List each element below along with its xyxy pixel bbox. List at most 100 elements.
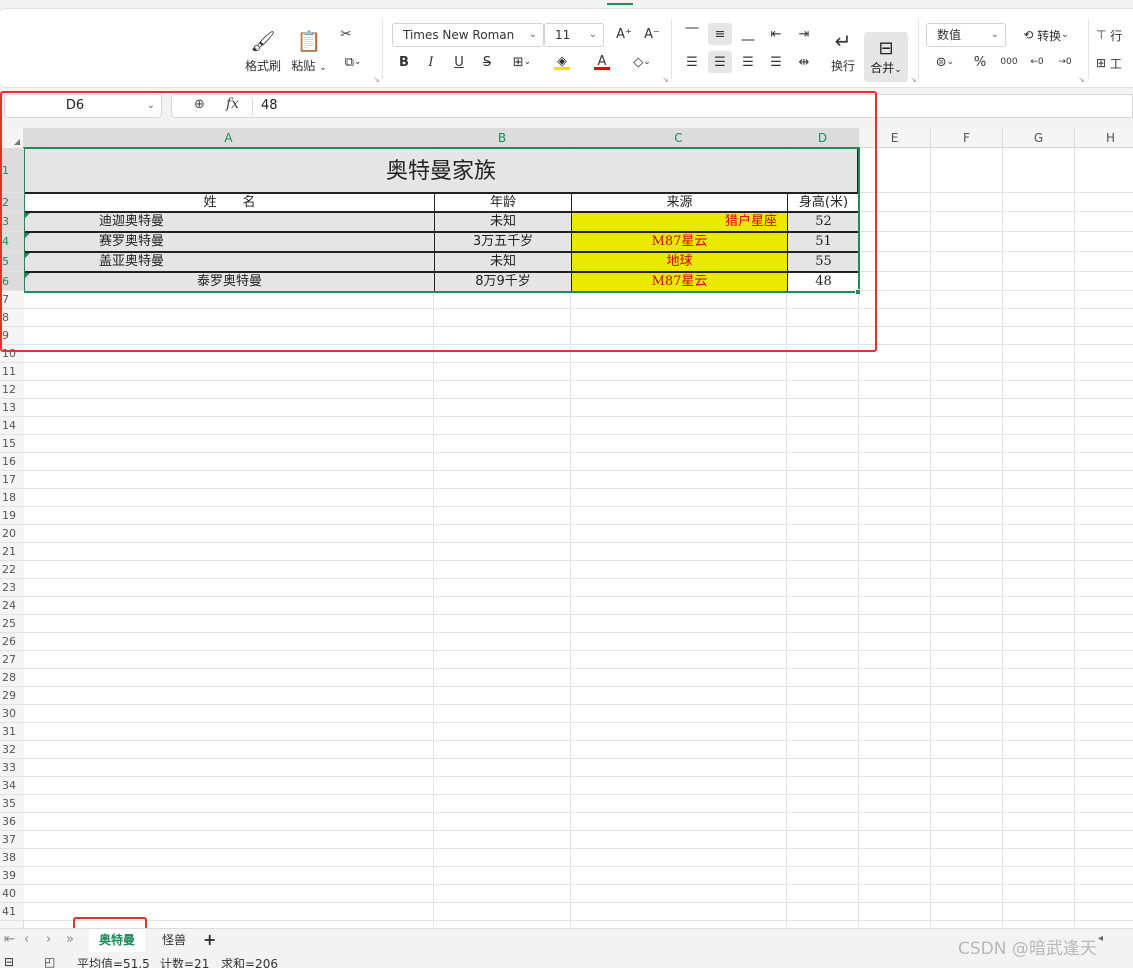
row-header-41[interactable]: 41 [0,903,24,921]
height-cell[interactable]: 51 [787,232,860,252]
row-header-17[interactable]: 17 [0,471,24,489]
header-cell-name-header[interactable]: 姓 名 [24,193,435,212]
wrap-text-button[interactable]: ↵ 换行 [820,23,866,79]
number-expand-icon[interactable]: ↘ [1078,75,1085,84]
merge-button[interactable]: ⊟ 合并⌄ [864,32,908,82]
decrease-indent-button[interactable]: ⇤ [764,23,788,45]
increase-decimal-button[interactable]: ←0 [1025,51,1049,73]
first-sheet-icon[interactable]: ⇤ [4,932,15,947]
font-size-select[interactable]: 11 ⌄ [544,23,604,47]
age-cell[interactable]: 未知 [434,212,572,232]
font-name-select[interactable]: Times New Roman ⌄ [392,23,544,47]
convert-button[interactable]: ⟲ 转换 ⌄ [1014,23,1078,47]
name-cell[interactable]: 盖亚奥特曼 [24,252,435,272]
origin-cell[interactable]: 猎户星座 [571,212,788,232]
column-header-e[interactable]: E [859,128,931,148]
name-box[interactable]: D6 ⌄ [4,94,162,118]
row-header-16[interactable]: 16 [0,453,24,471]
age-cell[interactable]: 未知 [434,252,572,272]
worksheet-button[interactable]: ⊞ 工 [1096,51,1133,75]
column-header-f[interactable]: F [931,128,1003,148]
macro-icon[interactable]: ⊟ [4,955,14,968]
row-header-34[interactable]: 34 [0,777,24,795]
borders-button[interactable]: ⊞ ⌄ [505,51,539,73]
row-header-6[interactable]: 6 [0,272,24,291]
next-sheet-icon[interactable]: › [46,932,51,947]
paste-button[interactable]: 📋 粘贴 ⌄ [286,23,332,79]
worksheet-grid[interactable]: ABCDEFGH 奥特曼家族 姓 名年龄 来源 身高(米) 迪迦奥特曼 未知 猎户星座 52… [0,128,1133,928]
row-header-2[interactable]: 2 [0,193,24,212]
origin-cell[interactable]: M87星云 [571,232,788,252]
font-color-button[interactable]: A [585,51,619,73]
copy-button[interactable]: ⧉ ⌄ [336,51,370,73]
row-header-14[interactable]: 14 [0,417,24,435]
distribute-button[interactable]: ⇹ [792,51,816,73]
origin-cell[interactable]: 地球 [571,252,788,272]
row-header-29[interactable]: 29 [0,687,24,705]
fill-color-button[interactable]: ◈ [545,51,579,73]
cut-button[interactable]: ✂ [334,23,358,45]
row-header-22[interactable]: 22 [0,561,24,579]
row-header-15[interactable]: 15 [0,435,24,453]
underline-button[interactable]: U [447,51,471,73]
row-header-19[interactable]: 19 [0,507,24,525]
row-header-4[interactable]: 4 [0,232,24,252]
font-expand-icon[interactable]: ↘ [662,75,669,84]
header-cell-origin-header[interactable]: 来源 [571,193,788,212]
row-header-7[interactable]: 7 [0,291,24,309]
decrease-decimal-button[interactable]: →0 [1053,51,1077,73]
row-header-10[interactable]: 10 [0,345,24,363]
italic-button[interactable]: I [419,51,443,73]
clear-button[interactable]: ◇ ⌄ [625,51,659,73]
row-header-36[interactable]: 36 [0,813,24,831]
row-header-31[interactable]: 31 [0,723,24,741]
thousands-button[interactable]: 000 [997,51,1021,73]
row-header-25[interactable]: 25 [0,615,24,633]
align-middle-button[interactable]: ≡ [708,23,732,45]
height-cell[interactable]: 48 [787,272,860,292]
prev-sheet-icon[interactable]: ‹ [24,932,29,947]
row-header-39[interactable]: 39 [0,867,24,885]
row-header-30[interactable]: 30 [0,705,24,723]
name-cell[interactable]: 赛罗奥特曼 [24,232,435,252]
height-cell[interactable]: 52 [787,212,860,232]
scroll-right-icon[interactable]: ◂ [1098,933,1103,944]
rows-columns-button[interactable]: ⊤ 行 [1096,23,1133,47]
row-header-28[interactable]: 28 [0,669,24,687]
name-cell[interactable]: 迪迦奥特曼 [24,212,435,232]
row-header-37[interactable]: 37 [0,831,24,849]
row-header-40[interactable]: 40 [0,885,24,903]
header-cell-age-header[interactable]: 年龄 [434,193,572,212]
sheet-tab-ultraman[interactable]: 奥特曼 [89,929,146,952]
currency-button[interactable]: ⊜ ⌄ [928,51,962,73]
fill-handle[interactable] [855,289,861,295]
format-painter-button[interactable]: 🖌 格式刷 [240,23,286,79]
select-all-corner[interactable] [0,128,24,148]
column-header-d[interactable]: D [787,128,859,148]
zoom-search-icon[interactable]: ⊕ [194,97,205,112]
percent-button[interactable]: % [968,51,992,73]
sheet-tab-monster[interactable]: 怪兽 [152,929,196,952]
increase-font-button[interactable]: A⁺ [612,23,636,45]
row-header-32[interactable]: 32 [0,741,24,759]
align-bottom-button[interactable]: ⎽ [736,23,760,45]
row-header-27[interactable]: 27 [0,651,24,669]
row-header-12[interactable]: 12 [0,381,24,399]
formula-input[interactable]: ⊕ fx 48 [171,94,1133,118]
justify-button[interactable]: ☰ [764,51,788,73]
align-left-button[interactable]: ☰ [680,51,704,73]
last-sheet-icon[interactable]: » [66,932,74,947]
column-header-h[interactable]: H [1075,128,1133,148]
age-cell[interactable]: 3万五千岁 [434,232,572,252]
column-header-c[interactable]: C [571,128,787,148]
column-header-g[interactable]: G [1003,128,1075,148]
decrease-font-button[interactable]: A⁻ [640,23,664,45]
strikethrough-button[interactable]: S [475,51,499,73]
formula-value[interactable]: 48 [261,98,278,113]
row-header-11[interactable]: 11 [0,363,24,381]
row-header-3[interactable]: 3 [0,212,24,232]
age-cell[interactable]: 8万9千岁 [434,272,572,292]
row-header-26[interactable]: 26 [0,633,24,651]
bold-button[interactable]: B [392,51,416,73]
height-cell[interactable]: 55 [787,252,860,272]
